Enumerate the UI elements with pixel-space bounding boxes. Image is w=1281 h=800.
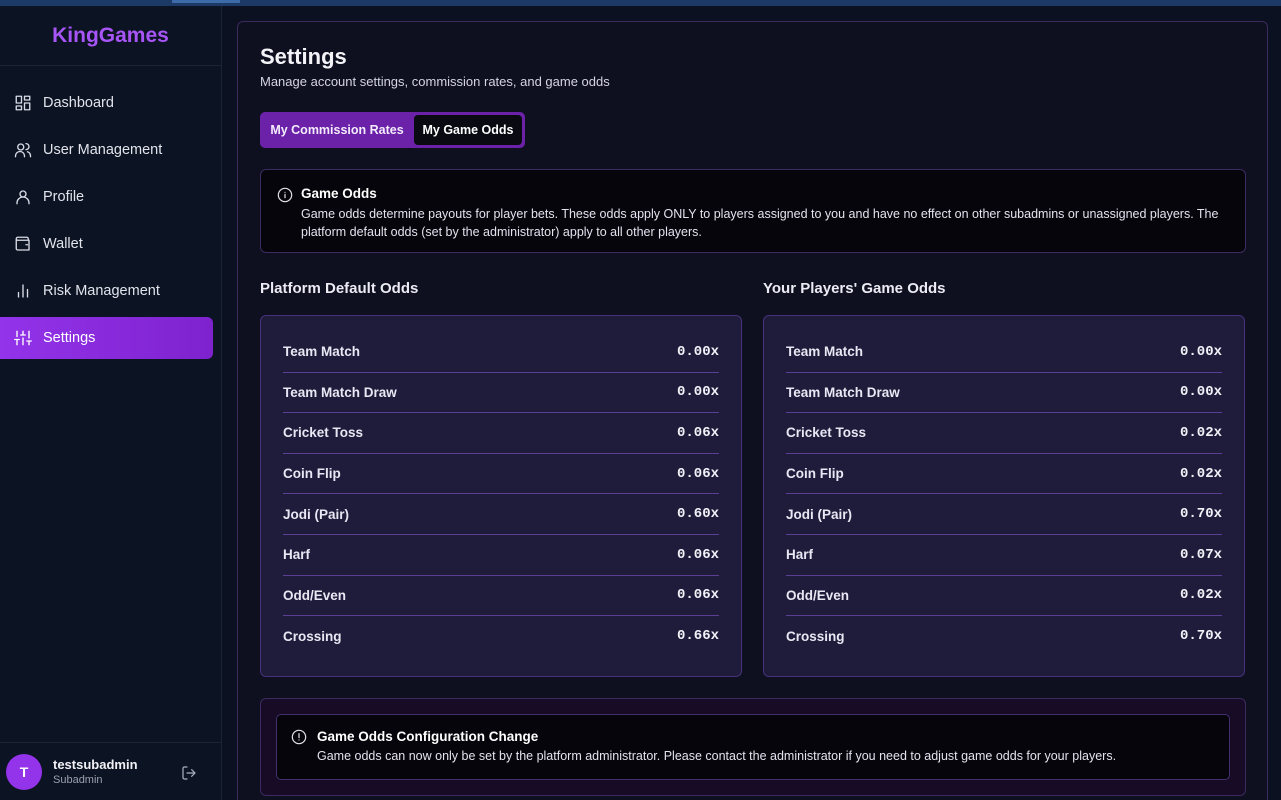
odds-value: 0.06x [676,465,719,482]
player-odds-title: Your Players' Game Odds [763,280,946,297]
odds-value: 0.70x [1179,628,1222,645]
sliders-icon [14,329,32,347]
odds-value: 0.00x [676,384,719,401]
odds-value: 0.00x [1179,384,1222,401]
odds-value: 0.66x [676,628,719,645]
odds-value: 0.70x [1179,506,1222,523]
info-text: Game odds determine payouts for player b… [301,207,1219,239]
game-odds-info-alert: Game Odds Game odds determine payouts fo… [260,169,1246,253]
odds-row: Harf 0.07x [786,535,1222,576]
sidebar-item-label: User Management [43,142,163,158]
odds-game-name: Crossing [786,628,845,644]
sidebar-item-label: Risk Management [43,283,160,299]
sidebar-item-settings[interactable]: Settings [0,317,213,359]
odds-row: Team Match 0.00x [786,332,1222,373]
odds-game-name: Coin Flip [786,466,844,482]
sidebar-item-label: Settings [43,330,96,346]
dashboard-icon [14,94,32,112]
odds-row: Odd/Even 0.02x [786,576,1222,617]
odds-value: 0.02x [1179,587,1222,604]
odds-row: Team Match Draw 0.00x [786,373,1222,414]
odds-value: 0.06x [676,546,719,563]
platform-odds-card: Team Match 0.00x Team Match Draw 0.00x Cri… [260,315,742,677]
sidebar-item-dashboard[interactable]: Dashboard [0,82,213,124]
sidebar-item-risk-management[interactable]: Risk Management [0,270,213,312]
notice-title: Game Odds Configuration Change [317,729,539,744]
odds-game-name: Odd/Even [786,587,850,603]
odds-game-name: Cricket Toss [283,425,364,441]
odds-row: Crossing 0.66x [283,616,719,657]
sidebar-item-profile[interactable]: Profile [0,176,213,218]
odds-value: 0.07x [1179,546,1222,563]
odds-game-name: Harf [283,547,311,563]
odds-value: 0.00x [1179,343,1222,360]
odds-row: Jodi (Pair) 0.70x [786,494,1222,535]
odds-game-name: Team Match Draw [283,384,397,400]
odds-row: Cricket Toss 0.02x [786,413,1222,454]
user-info: testsubadmin Subadmin [53,757,138,786]
user-profile-footer: T testsubadmin Subadmin [0,742,221,800]
odds-game-name: Coin Flip [283,466,341,482]
odds-game-name: Jodi (Pair) [786,506,853,522]
wallet-icon [14,235,32,253]
odds-game-name: Team Match [786,344,864,360]
sidebar-nav: Dashboard User Management Profile Wallet… [0,66,221,359]
config-change-section: Game Odds Configuration Change Game odds… [260,698,1246,796]
logout-icon[interactable] [181,765,197,781]
info-title: Game Odds [301,186,377,201]
odds-game-name: Cricket Toss [786,425,867,441]
odds-game-name: Team Match [283,344,361,360]
odds-row: Jodi (Pair) 0.60x [283,494,719,535]
sidebar: KingGames Dashboard User Management Prof… [0,6,222,800]
config-change-alert: Game Odds Configuration Change Game odds… [276,714,1230,780]
odds-row: Crossing 0.70x [786,616,1222,657]
odds-row: Coin Flip 0.06x [283,454,719,495]
sidebar-item-label: Wallet [43,236,83,252]
user-role: Subadmin [53,774,103,786]
settings-tabs: My Commission Rates My Game Odds [260,112,525,148]
tab-my-commission-rates[interactable]: My Commission Rates [263,115,411,145]
odds-value: 0.06x [676,587,719,604]
user-name: testsubadmin [53,757,138,772]
odds-value: 0.02x [1179,465,1222,482]
alert-circle-icon [291,729,307,745]
odds-value: 0.02x [1179,424,1222,441]
odds-row: Team Match 0.00x [283,332,719,373]
player-odds-card: Team Match 0.00x Team Match Draw 0.00x Cri… [763,315,1245,677]
odds-row: Team Match Draw 0.00x [283,373,719,414]
odds-value: 0.00x [676,343,719,360]
odds-row: Coin Flip 0.02x [786,454,1222,495]
bar-chart-icon [14,282,32,300]
odds-row: Odd/Even 0.06x [283,576,719,617]
odds-row: Harf 0.06x [283,535,719,576]
odds-game-name: Crossing [283,628,342,644]
sidebar-item-label: Profile [43,189,85,205]
page-subtitle: Manage account settings, commission rate… [260,74,610,89]
brand-logo[interactable]: KingGames [0,6,221,66]
avatar[interactable]: T [6,753,42,790]
odds-value: 0.06x [676,424,719,441]
odds-game-name: Team Match Draw [786,384,900,400]
odds-game-name: Odd/Even [283,587,347,603]
platform-odds-title: Platform Default Odds [260,280,419,297]
user-icon [14,188,32,206]
odds-row: Cricket Toss 0.06x [283,413,719,454]
sidebar-item-wallet[interactable]: Wallet [0,223,213,265]
notice-text: Game odds can now only be set by the pla… [317,749,1117,763]
odds-game-name: Jodi (Pair) [283,506,350,522]
settings-panel: Settings Manage account settings, commis… [237,21,1268,800]
sidebar-item-user-management[interactable]: User Management [0,129,213,171]
users-icon [14,141,32,159]
page-title: Settings [260,44,347,69]
odds-game-name: Harf [786,547,814,563]
sidebar-item-label: Dashboard [43,95,114,111]
odds-value: 0.60x [676,506,719,523]
tab-my-game-odds[interactable]: My Game Odds [414,115,522,145]
info-icon [277,187,293,203]
